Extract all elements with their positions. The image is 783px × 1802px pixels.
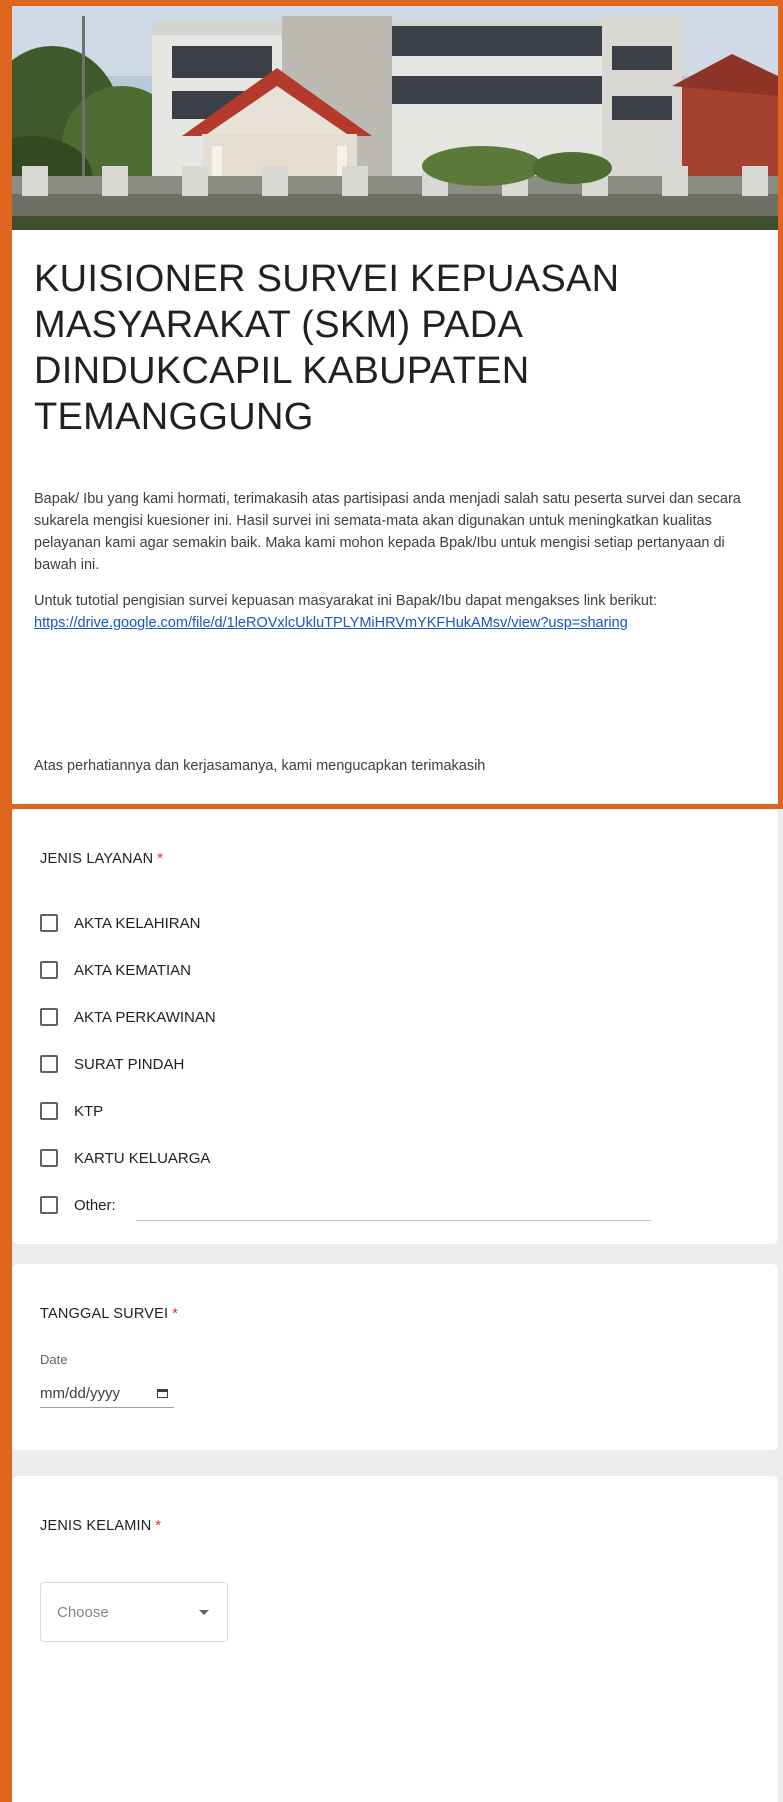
required-asterisk: * [157, 851, 164, 867]
option-label: AKTA PERKAWINAN [74, 1008, 216, 1026]
option-akta-kelahiran[interactable]: AKTA KELAHIRAN [40, 910, 200, 936]
highlight-frame-right [778, 0, 783, 808]
question-title: TANGGAL SURVEI * [40, 1306, 179, 1322]
required-asterisk: * [172, 1306, 179, 1322]
date-placeholder: mm/dd/yyyy [40, 1384, 121, 1402]
question-card-jenis-kelamin: JENIS KELAMIN * Choose [12, 1476, 778, 1802]
option-label: AKTA KELAHIRAN [74, 914, 201, 932]
required-asterisk: * [155, 1518, 162, 1534]
question-title: JENIS KELAMIN * [40, 1518, 162, 1534]
form-header-card: KUISIONER SURVEI KEPUASAN MASYARAKAT (SK… [12, 216, 778, 804]
option-label: KTP [74, 1102, 104, 1120]
option-ktp[interactable]: KTP [40, 1098, 103, 1124]
calendar-icon[interactable] [157, 1388, 168, 1398]
checkbox[interactable] [40, 1149, 58, 1167]
checkbox[interactable] [40, 914, 58, 932]
gender-dropdown[interactable]: Choose [40, 1582, 228, 1642]
checkbox[interactable] [40, 1008, 58, 1026]
dropdown-placeholder: Choose [57, 1603, 109, 1621]
checkbox[interactable] [40, 1102, 58, 1120]
option-akta-perkawinan[interactable]: AKTA PERKAWINAN [40, 1004, 216, 1030]
form-description: Bapak/ Ibu yang kami hormati, terimakasi… [34, 488, 768, 648]
date-input[interactable]: mm/dd/yyyy [40, 1379, 174, 1408]
option-kartu-keluarga[interactable]: KARTU KELUARGA [40, 1145, 210, 1171]
other-text-input[interactable] [136, 1220, 652, 1221]
question-card-tanggal-survei: TANGGAL SURVEI * Date mm/dd/yyyy [12, 1264, 778, 1450]
checkbox[interactable] [40, 1196, 58, 1214]
description-paragraph: Bapak/ Ibu yang kami hormati, terimakasi… [34, 491, 741, 573]
tutorial-text: Untuk tutotial pengisian survei kepuasan… [34, 593, 658, 609]
form-title: KUISIONER SURVEI KEPUASAN MASYARAKAT (SK… [34, 258, 620, 438]
checkbox[interactable] [40, 961, 58, 979]
question-title: JENIS LAYANAN * [40, 851, 164, 867]
highlight-frame-left [0, 0, 12, 1802]
date-sublabel: Date [40, 1352, 68, 1367]
option-surat-pindah[interactable]: SURAT PINDAH [40, 1051, 184, 1077]
question-card-jenis-layanan: JENIS LAYANAN * AKTA KELAHIRAN AKTA KEMAT… [12, 809, 778, 1244]
header-accent-bar [12, 216, 778, 230]
checkbox[interactable] [40, 1055, 58, 1073]
closing-text: Atas perhatiannya dan kerjasamanya, kami… [34, 758, 486, 774]
chevron-down-icon [199, 1610, 209, 1615]
tutorial-link[interactable]: https://drive.google.com/file/d/1leROVxl… [34, 615, 628, 631]
header-banner-image [12, 6, 778, 216]
option-label: Other: [74, 1196, 116, 1214]
option-label: AKTA KEMATIAN [74, 961, 191, 979]
option-other[interactable]: Other: [40, 1192, 116, 1218]
option-akta-kematian[interactable]: AKTA KEMATIAN [40, 957, 191, 983]
option-label: KARTU KELUARGA [74, 1149, 211, 1167]
description-tutorial-paragraph: Untuk tutotial pengisian survei kepuasan… [34, 590, 768, 634]
option-label: SURAT PINDAH [74, 1055, 185, 1073]
